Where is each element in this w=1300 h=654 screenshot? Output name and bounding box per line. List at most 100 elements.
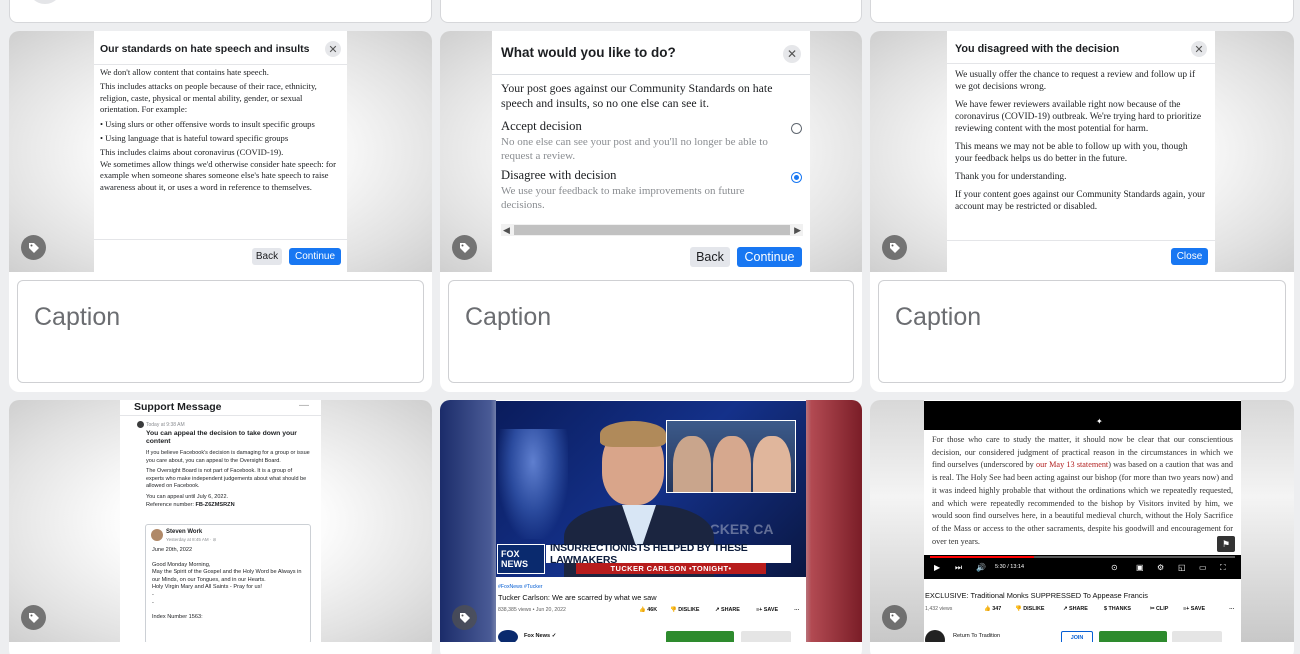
scrollbar-thumb[interactable] (514, 225, 790, 235)
save-button[interactable]: ≡+ SAVE (756, 607, 778, 613)
dislike-button[interactable]: 👎 DISLIKE (1015, 606, 1044, 612)
share-icon: ↗ (1063, 606, 1068, 612)
message-text: You can appeal until July 6, 2022. (146, 493, 229, 500)
channel-avatar[interactable] (925, 630, 945, 642)
dialog-text: We sometimes allow things we'd otherwise… (100, 158, 336, 192)
inset-photo (666, 420, 796, 493)
hashtags[interactable]: #FoxNews #Tucker (498, 584, 543, 590)
tag-icon[interactable] (452, 605, 477, 630)
subscribed-button[interactable] (741, 631, 791, 642)
channel-name[interactable]: Fox News ✓ (524, 633, 556, 639)
image-card-5: TUCKER CA FOX NEWS INSURRECTIONISTS HELP… (440, 400, 862, 654)
disagree-radio[interactable] (791, 172, 802, 183)
download-button[interactable] (666, 631, 734, 642)
more-icon[interactable]: … (1229, 605, 1234, 611)
channel-name[interactable]: Return To Tradition (953, 633, 1000, 639)
minimize-icon[interactable]: — (299, 400, 309, 411)
tag-icon[interactable] (21, 605, 46, 630)
video-title: EXCLUSIVE: Traditional Monks SUPPRESSED … (925, 591, 1148, 600)
dialog-intro: Your post goes against our Community Sta… (501, 81, 773, 110)
close-icon[interactable]: ✕ (325, 41, 341, 57)
theater-icon[interactable]: ▭ (1199, 563, 1207, 572)
reply-text: June 20th, 2022 Good Monday Morning, May… (152, 547, 302, 621)
image-preview[interactable]: You disagreed with the decision ✕ We usu… (870, 31, 1294, 272)
captions-icon[interactable]: ▣ (1136, 563, 1144, 572)
dialog-title: You disagreed with the decision (955, 43, 1120, 55)
tag-icon[interactable] (21, 235, 46, 260)
video-frame[interactable]: ✦ For those who care to study the matter… (924, 401, 1241, 579)
close-button[interactable]: Close (1171, 248, 1208, 265)
video-progress[interactable] (930, 556, 1235, 558)
save-icon: ≡+ (1183, 606, 1190, 612)
next-icon[interactable]: ⏭ (955, 563, 962, 573)
back-button[interactable]: Back (252, 248, 282, 265)
caption-input[interactable]: Caption (878, 280, 1286, 383)
fox-news-logo: FOX NEWS (497, 544, 545, 574)
show-banner: TUCKER CARLSON •TONIGHT• (576, 563, 766, 574)
accept-radio[interactable] (791, 123, 802, 134)
scroll-right-icon[interactable]: ▶ (794, 224, 801, 236)
top-card-2 (440, 0, 862, 23)
thanks-icon: $ (1104, 606, 1107, 612)
tag-icon[interactable] (452, 235, 477, 260)
share-button[interactable]: ↗ SHARE (715, 607, 740, 613)
play-icon[interactable]: ▶ (934, 563, 940, 572)
message-text: If you believe Facebook's decision is da… (146, 450, 310, 464)
dialog-text: Thank you for understanding. (955, 171, 1067, 182)
close-icon[interactable]: ✕ (1191, 41, 1207, 57)
more-icon[interactable]: … (794, 606, 799, 612)
close-icon[interactable]: ✕ (783, 45, 801, 63)
caption-input[interactable]: Caption (448, 280, 854, 383)
tag-icon[interactable] (882, 235, 907, 260)
dislike-button[interactable]: 👎 DISLIKE (670, 607, 699, 613)
share-button[interactable]: ↗ SHARE (1063, 606, 1088, 612)
image-card-3: You disagreed with the decision ✕ We usu… (870, 31, 1294, 392)
reply-time: Yesterday at 8:45 AM · ⊘ (166, 537, 217, 542)
save-button[interactable]: ≡+ SAVE (1183, 606, 1205, 612)
reply-box: Steven Work Yesterday at 8:45 AM · ⊘ Jun… (145, 524, 311, 642)
scroll-left-icon[interactable]: ◀ (503, 224, 510, 236)
subscribed-button[interactable] (1172, 631, 1222, 642)
continue-button[interactable]: Continue (289, 248, 341, 265)
option-accept-desc: No one else can see your post and you'll… (501, 136, 768, 163)
thumbs-down-icon: 👎 (1015, 606, 1022, 612)
back-button[interactable]: Back (690, 247, 730, 267)
image-preview[interactable]: What would you like to do? ✕ Your post g… (440, 31, 862, 272)
capitol-dome (498, 429, 568, 539)
image-preview[interactable]: Support Message — Today at 9:38 AM You c… (9, 400, 432, 642)
like-button[interactable]: 👍 46K (639, 607, 657, 613)
avatar (151, 529, 163, 541)
video-frame[interactable]: TUCKER CA FOX NEWS INSURRECTIONISTS HELP… (496, 401, 806, 577)
tag-icon[interactable] (882, 605, 907, 630)
miniplayer-icon[interactable]: ◱ (1178, 563, 1186, 572)
horizontal-scrollbar[interactable]: ◀ ▶ (501, 224, 803, 236)
headline-banner: INSURRECTIONISTS HELPED BY THESE LAWMAKE… (546, 542, 791, 566)
image-preview[interactable]: TUCKER CA FOX NEWS INSURRECTIONISTS HELP… (440, 400, 862, 642)
choice-dialog: What would you like to do? ✕ Your post g… (492, 31, 810, 272)
support-title: Support Message (134, 401, 222, 413)
fullscreen-icon[interactable]: ⛶ (1220, 563, 1226, 573)
download-button[interactable] (1099, 631, 1167, 642)
continue-button[interactable]: Continue (737, 247, 802, 267)
settings-icon[interactable]: ⚙ (1157, 563, 1164, 572)
watermark-icon: ⚑ (1217, 536, 1235, 552)
dialog-text: This means we may not be able to follow … (955, 142, 1188, 165)
thumbs-up-icon: 👍 (984, 606, 991, 612)
option-disagree-desc: We use your feedback to make improvement… (501, 185, 745, 212)
message-time: Today at 9:38 AM (146, 422, 185, 428)
channel-avatar[interactable] (498, 630, 518, 642)
join-button[interactable]: JOIN (1061, 631, 1093, 642)
thanks-button[interactable]: $ THANKS (1104, 606, 1131, 612)
image-preview[interactable]: ✦ For those who care to study the matter… (870, 400, 1294, 642)
clip-button[interactable]: ✂ CLIP (1150, 606, 1168, 612)
volume-icon[interactable]: 🔊 (976, 563, 986, 572)
lower-third: FOX NEWS INSURRECTIONISTS HELPED BY THES… (496, 542, 806, 576)
youtube-screenshot: ✦ For those who care to study the matter… (924, 400, 1241, 642)
image-card-6: ✦ For those who care to study the matter… (870, 400, 1294, 654)
thumbs-up-icon: 👍 (639, 607, 646, 613)
image-preview[interactable]: Our standards on hate speech and insults… (9, 31, 432, 272)
standards-dialog: Our standards on hate speech and insults… (94, 31, 347, 272)
autoplay-toggle[interactable]: ⊙ (1111, 563, 1118, 572)
like-button[interactable]: 👍 347 (984, 606, 1001, 612)
caption-input[interactable]: Caption (17, 280, 424, 383)
